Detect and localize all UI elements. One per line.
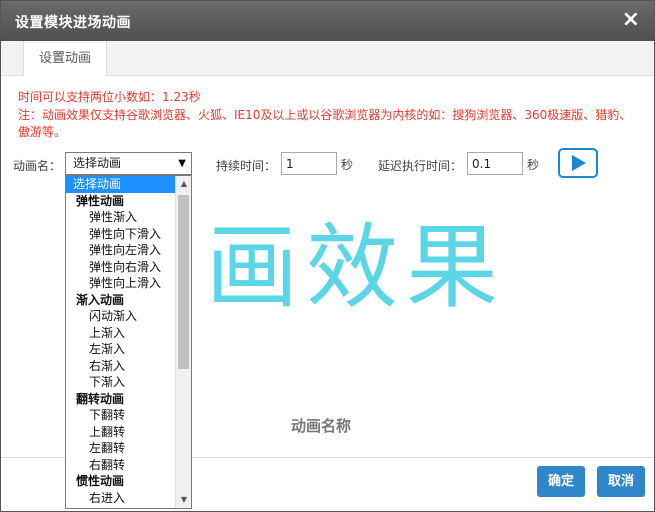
duration-input[interactable] [281,152,337,175]
duration-label: 持续时间： [216,159,277,173]
animation-name-display: 动画名称 [291,417,352,435]
play-icon [572,155,586,171]
animation-select-value: 选择动画 [73,156,122,170]
delay-input[interactable] [467,152,523,175]
dropdown-option[interactable]: 弹性向下滑入 [66,226,175,243]
tab-set-animation[interactable]: 设置动画 [23,41,108,76]
duration-unit: 秒 [341,158,354,172]
chevron-down-icon: ▼ [178,158,186,169]
delay-unit: 秒 [527,158,540,172]
dropdown-option-selected[interactable]: 选择动画 [66,176,175,193]
animation-dialog: 设置模块进场动画 × 设置动画 时间可以支持两位小数如：1.23秒 注：动画效果… [0,0,655,512]
dropdown-option[interactable]: 左渐入 [66,341,175,358]
dropdown-option[interactable]: 弹性向左滑入 [66,242,175,259]
dropdown-option[interactable]: 右渐入 [66,358,175,375]
cancel-button[interactable]: 取消 [597,466,645,497]
dropdown-group-label: 翻转动画 [76,391,125,406]
delay-label: 延迟执行时间： [378,159,463,173]
animation-name-label: 动画名： [13,159,62,173]
dropdown-group-label: 弹性动画 [76,193,125,208]
dropdown-scrollbar[interactable]: ▲ ▼ [175,176,191,508]
dropdown-option[interactable]: 弹性渐入 [66,209,175,226]
dropdown-option[interactable]: 弹性向右滑入 [66,259,175,276]
dropdown-option[interactable]: 闪动渐入 [66,308,175,325]
play-button[interactable] [558,148,598,178]
dropdown-option[interactable]: 上翻转 [66,424,175,441]
animation-select[interactable]: 选择动画 ▼ [65,152,192,175]
animation-dropdown-list: 选择动画 弹性动画 弹性渐入 弹性向下滑入 弹性向左滑入 弹性向右滑入 弹性向上滑入 渐入动画… [65,175,192,509]
browser-support-note: 注：动画效果仅支持谷歌浏览器、火狐、IE10及以上或以谷歌浏览器为内核的如：搜狗… [18,108,632,139]
decimal-time-note: 时间可以支持两位小数如：1.23秒 [18,90,201,104]
scroll-down-icon[interactable]: ▼ [176,492,191,508]
dropdown-option[interactable]: 下翻转 [66,407,175,424]
dropdown-option[interactable]: 左翻转 [66,440,175,457]
dropdown-option[interactable]: 下渐入 [66,374,175,391]
dropdown-option[interactable]: 右进入 [66,490,175,507]
close-icon[interactable]: × [622,9,640,31]
dialog-titlebar: 设置模块进场动画 × [1,1,654,41]
scroll-up-icon[interactable]: ▲ [176,176,191,192]
dropdown-option[interactable]: 上渐入 [66,325,175,342]
tab-bar: 设置动画 [1,41,654,76]
dropdown-group-label: 渐入动画 [76,292,125,307]
dropdown-options: 选择动画 弹性动画 弹性渐入 弹性向下滑入 弹性向左滑入 弹性向右滑入 弹性向上滑入 渐入动画… [66,176,175,506]
confirm-button[interactable]: 确定 [537,466,585,497]
animation-preview-text: 画效果 [206,214,507,321]
dropdown-option[interactable]: 弹性向上滑入 [66,275,175,292]
dropdown-option[interactable]: 右翻转 [66,457,175,474]
scrollbar-thumb[interactable] [178,195,189,369]
dropdown-group-label: 惯性动画 [76,474,125,488]
dialog-title: 设置模块进场动画 [15,15,131,31]
